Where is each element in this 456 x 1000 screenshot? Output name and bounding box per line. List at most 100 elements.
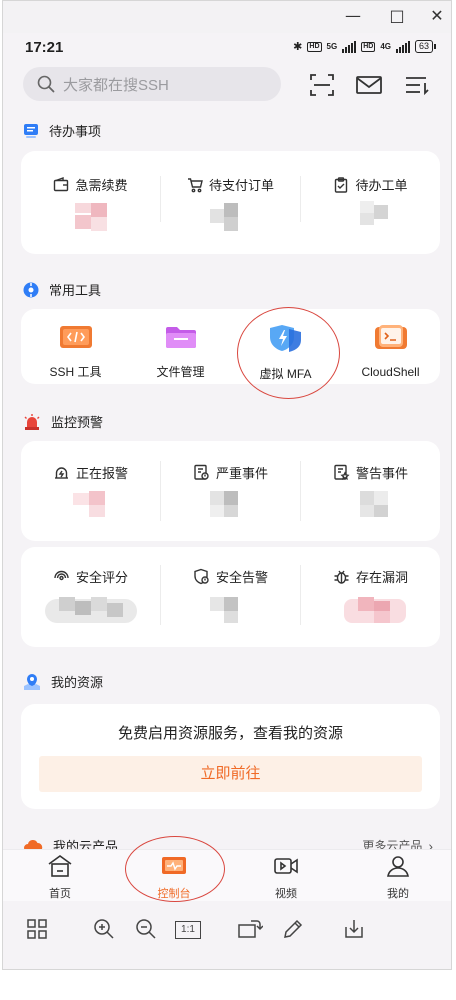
- tools-section-title: 常用工具: [49, 283, 102, 298]
- search-input[interactable]: 大家都在搜SSH: [23, 67, 281, 101]
- divider: [160, 565, 161, 625]
- alarm-icon: [54, 467, 68, 479]
- tool-virtual-mfa[interactable]: 虚拟 MFA: [233, 324, 338, 382]
- tool-ssh[interactable]: SSH 工具: [23, 324, 128, 380]
- nav-video[interactable]: 视频: [251, 854, 321, 901]
- monitor-label-alarming: 正在报警: [75, 466, 128, 481]
- nav-home-label: 首页: [49, 888, 71, 900]
- nav-profile[interactable]: 我的: [363, 854, 433, 901]
- cloudshell-icon: [374, 325, 407, 349]
- status-bar: 17:21 ✱ HD 5G HD 4G 63: [3, 37, 451, 61]
- resources-message: 免费启用资源服务，查看我的资源: [117, 725, 343, 742]
- hd-badge: HD: [307, 41, 322, 52]
- location-icon: [24, 673, 40, 690]
- todo-value-ticket: [360, 199, 390, 232]
- status-time: 17:21: [25, 39, 64, 56]
- home-icon: [48, 855, 72, 877]
- monitor-value-warning: [360, 491, 390, 524]
- divider: [160, 176, 161, 222]
- app-window: — □ ✕ 17:21 ✱ HD 5G HD 4G 63 大家都在搜SSH 待办…: [2, 0, 452, 970]
- mfa-shield-icon: [269, 325, 301, 352]
- todo-label-renewal: 急需续费: [75, 178, 128, 193]
- video-icon: [274, 858, 298, 874]
- monitor-label-security-alert: 安全告警: [215, 570, 268, 585]
- nav-console-label: 控制台: [157, 888, 191, 900]
- monitor-card-2: 安全评分 安全告警 存在漏洞: [21, 547, 440, 647]
- monitor-label-security-score: 安全评分: [75, 570, 128, 585]
- wallet-icon: [54, 176, 69, 191]
- status-icons: ✱ HD 5G HD 4G 63: [293, 40, 437, 53]
- scan-icon[interactable]: [308, 71, 336, 99]
- zoom-out-icon[interactable]: [134, 917, 160, 943]
- todo-label-pending-order: 待支付订单: [208, 178, 274, 193]
- monitor-label-warning: 警告事件: [355, 466, 408, 481]
- tool-cloudshell-label: CloudShell: [361, 365, 420, 379]
- security-alert-icon: [194, 568, 209, 585]
- tools-card: SSH 工具 文件管理 虚拟 MFA CloudShell: [21, 309, 440, 384]
- cart-icon: [187, 177, 203, 192]
- go-now-button[interactable]: 立即前往: [39, 756, 422, 792]
- monitor-value-security-alert: [210, 597, 240, 630]
- nav-console[interactable]: 控制台: [139, 854, 209, 901]
- edit-pencil-icon[interactable]: [281, 917, 307, 943]
- monitor-section-header: 监控预警: [23, 412, 103, 431]
- window-title-bar: — □ ✕: [3, 1, 451, 33]
- todo-section-header: 待办事项: [23, 121, 101, 140]
- todo-section-icon: [24, 123, 38, 138]
- tool-cloudshell[interactable]: CloudShell: [338, 324, 443, 379]
- nav-home[interactable]: 首页: [25, 854, 95, 901]
- grid-view-icon[interactable]: [25, 917, 51, 943]
- monitor-label-vulnerability: 存在漏洞: [355, 570, 408, 585]
- close-icon[interactable]: ✕: [423, 5, 451, 27]
- monitor-value-critical: [210, 491, 240, 524]
- security-score-icon: [54, 570, 69, 581]
- clipboard-icon: [335, 176, 348, 193]
- bluetooth-icon: ✱: [293, 41, 303, 53]
- tool-file-manager-label: 文件管理: [156, 365, 205, 379]
- monitor-label-critical: 严重事件: [215, 466, 268, 481]
- mail-icon[interactable]: [355, 71, 383, 99]
- menu-sort-icon[interactable]: [403, 71, 431, 99]
- monitor-value-security-score: [45, 597, 137, 630]
- battery-icon: 63: [414, 40, 437, 53]
- monitor-value-vulnerability: [344, 597, 406, 630]
- divider: [300, 565, 301, 625]
- tools-section-header: 常用工具: [23, 280, 101, 299]
- todo-item-pending-order[interactable]: 待支付订单: [161, 175, 300, 194]
- signal-icon: [342, 40, 357, 53]
- monitor-item-alarming[interactable]: 正在报警: [21, 463, 160, 482]
- rotate-icon[interactable]: [237, 917, 264, 943]
- signal-icon-2: [395, 40, 410, 53]
- warning-event-icon: [334, 464, 350, 481]
- todo-label-ticket: 待办工单: [355, 178, 408, 193]
- download-icon[interactable]: [342, 917, 368, 943]
- monitor-value-alarming: [73, 491, 107, 524]
- monitor-item-critical[interactable]: 严重事件: [161, 463, 300, 482]
- monitor-section-title: 监控预警: [51, 415, 104, 430]
- maximize-icon[interactable]: □: [383, 5, 411, 27]
- viewer-toolbar: 1:1: [3, 903, 451, 959]
- tools-section-icon: [23, 282, 39, 297]
- tool-file-manager[interactable]: 文件管理: [128, 324, 233, 380]
- resources-section-title: 我的资源: [51, 675, 104, 690]
- monitor-card-1: 正在报警 严重事件 警告事件: [21, 441, 440, 541]
- monitor-item-security-score[interactable]: 安全评分: [21, 567, 160, 586]
- network-5g: 5G: [326, 42, 338, 51]
- nav-video-label: 视频: [275, 888, 297, 900]
- zoom-in-icon[interactable]: [92, 917, 118, 943]
- network-4g: 4G: [380, 42, 391, 51]
- monitor-item-security-alert[interactable]: 安全告警: [161, 567, 300, 586]
- divider: [300, 176, 301, 222]
- actual-size-button[interactable]: 1:1: [175, 921, 201, 939]
- hd-badge-2: HD: [361, 41, 376, 52]
- search-placeholder: 大家都在搜SSH: [63, 76, 169, 94]
- monitor-item-vulnerability[interactable]: 存在漏洞: [301, 567, 440, 586]
- divider: [300, 461, 301, 521]
- search-icon: [37, 75, 55, 93]
- todo-section-title: 待办事项: [49, 124, 102, 139]
- minimize-icon[interactable]: —: [339, 5, 367, 27]
- monitor-item-warning[interactable]: 警告事件: [301, 463, 440, 482]
- todo-item-renewal[interactable]: 急需续费: [21, 175, 160, 194]
- bug-icon: [334, 570, 349, 584]
- todo-item-ticket[interactable]: 待办工单: [301, 175, 440, 194]
